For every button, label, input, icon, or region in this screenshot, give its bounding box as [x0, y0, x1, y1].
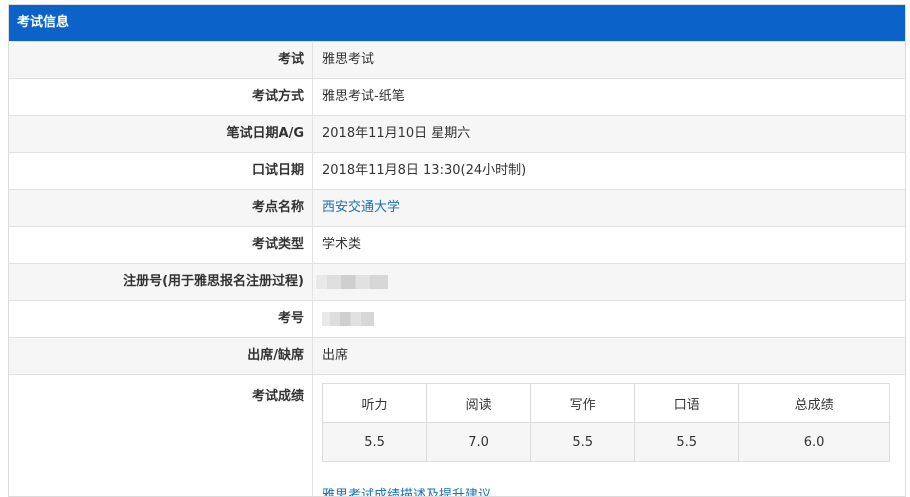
row-value: 西安交通大学	[313, 190, 905, 226]
row-label: 考试成绩	[9, 375, 313, 496]
row-label: 出席/缺席	[9, 338, 313, 374]
score-reading: 7.0	[426, 422, 532, 462]
score-header-listening: 听力	[321, 383, 428, 423]
row-value: 出席	[322, 348, 349, 363]
row-label: 考点名称	[9, 190, 313, 226]
score-header-writing: 写作	[530, 383, 636, 423]
row-value: 学术类	[322, 237, 362, 252]
row-label: 笔试日期A/G	[9, 116, 313, 152]
score-header-reading: 阅读	[426, 383, 532, 423]
row-exam-mode: 考试方式 雅思考试-纸笔	[9, 78, 905, 115]
score-listening: 5.5	[321, 422, 428, 462]
row-candidate-number: 考号	[9, 300, 905, 337]
row-test-center: 考点名称 西安交通大学	[9, 189, 905, 226]
row-written-date: 笔试日期A/G 2018年11月10日 星期六	[9, 115, 905, 152]
score-writing: 5.5	[530, 422, 636, 462]
info-rows: 考试 雅思考试 考试方式 雅思考试-纸笔 笔试日期A/G 2018年11月10日…	[9, 41, 905, 496]
row-speaking-date: 口试日期 2018年11月8日 13:30(24小时制)	[9, 152, 905, 189]
score-speaking: 5.5	[634, 422, 740, 462]
row-value	[313, 264, 905, 300]
row-registration-number: 注册号(用于雅思报名注册过程)	[9, 263, 905, 300]
score-header-row: 听力 阅读 写作 口语 总成绩	[321, 383, 890, 423]
panel-title: 考试信息	[9, 5, 905, 41]
scores-container: 听力 阅读 写作 口语 总成绩 5.5 7.0 5.5 5.5 6.0 雅思考试…	[313, 375, 905, 496]
score-header-overall: 总成绩	[738, 383, 890, 423]
score-table: 听力 阅读 写作 口语 总成绩 5.5 7.0 5.5 5.5 6.0	[321, 383, 890, 462]
row-label: 口试日期	[9, 153, 313, 189]
row-value: 雅思考试	[322, 52, 375, 67]
redacted-registration-number	[316, 274, 388, 289]
row-exam-type: 考试类型 学术类	[9, 226, 905, 263]
row-value	[313, 301, 905, 337]
row-value: 2018年11月10日 星期六	[322, 126, 471, 141]
row-label: 考试方式	[9, 79, 313, 115]
row-label: 考号	[9, 301, 313, 337]
score-description-link[interactable]: 雅思考试成绩描述及提升建议	[322, 484, 491, 496]
row-scores: 考试成绩 听力 阅读 写作 口语 总成绩 5.5 7.0 5.5 5.5 6.0…	[9, 374, 905, 496]
test-center-link[interactable]: 西安交通大学	[322, 200, 400, 215]
row-exam: 考试 雅思考试	[9, 41, 905, 78]
score-overall: 6.0	[738, 422, 890, 462]
row-attendance: 出席/缺席 出席	[9, 337, 905, 374]
score-header-speaking: 口语	[634, 383, 740, 423]
redacted-candidate-number	[322, 311, 374, 326]
row-label: 注册号(用于雅思报名注册过程)	[9, 264, 313, 300]
row-label: 考试类型	[9, 227, 313, 263]
exam-info-panel: 考试信息 考试 雅思考试 考试方式 雅思考试-纸笔 笔试日期A/G 2018年1…	[8, 4, 906, 497]
score-value-row: 5.5 7.0 5.5 5.5 6.0	[321, 422, 890, 462]
row-label: 考试	[9, 42, 313, 78]
row-value: 雅思考试-纸笔	[322, 89, 405, 104]
row-value: 2018年11月8日 13:30(24小时制)	[322, 163, 527, 178]
